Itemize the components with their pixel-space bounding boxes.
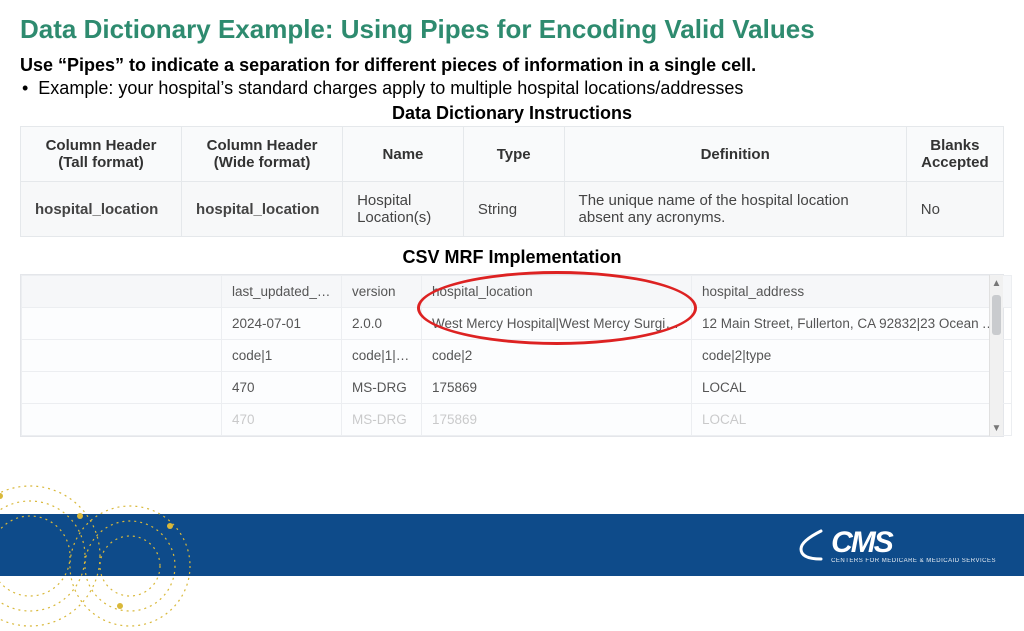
dict-th-name: Name xyxy=(343,127,464,182)
csv-cell: 12 Main Street, Fullerton, CA 92832|23 O… xyxy=(692,308,1012,340)
csv-cell: 470 xyxy=(222,372,342,404)
csv-cell: code|1|type xyxy=(342,340,422,372)
dict-cell-tall: hospital_location xyxy=(21,182,182,237)
scrollbar-thumb[interactable] xyxy=(992,295,1001,335)
section-label-dict: Data Dictionary Instructions xyxy=(20,103,1004,124)
csv-cell xyxy=(22,340,222,372)
csv-cell: 2024-07-01 xyxy=(222,308,342,340)
section-label-csv: CSV MRF Implementation xyxy=(20,247,1004,268)
page-title: Data Dictionary Example: Using Pipes for… xyxy=(20,14,1004,45)
csv-cell: code|1 xyxy=(222,340,342,372)
example-bullet: • Example: your hospital’s standard char… xyxy=(20,78,1004,99)
csv-th-last-updated: last_updated_on xyxy=(222,276,342,308)
dict-th-definition: Definition xyxy=(564,127,906,182)
scroll-up-icon[interactable]: ▲ xyxy=(990,275,1003,291)
csv-table: last_updated_on version hospital_locatio… xyxy=(21,275,1012,436)
scroll-down-icon[interactable]: ▼ xyxy=(990,420,1003,436)
cms-logo-sub: CENTERS FOR MEDICARE & MEDICAID SERVICES xyxy=(831,558,996,564)
csv-cell: 2.0.0 xyxy=(342,308,422,340)
csv-cell: West Mercy Hospital|West Mercy Surgical … xyxy=(422,308,692,340)
dict-table-wrap: Column Header (Tall format) Column Heade… xyxy=(20,126,1004,237)
dict-cell-blanks: No xyxy=(906,182,1003,237)
csv-cell: 470 xyxy=(222,404,342,436)
dict-cell-type: String xyxy=(463,182,564,237)
csv-th-version: version xyxy=(342,276,422,308)
dict-row: hospital_location hospital_location Hosp… xyxy=(21,182,1004,237)
csv-header-row: last_updated_on version hospital_locatio… xyxy=(22,276,1012,308)
cms-logo-text: CMS xyxy=(831,526,892,559)
csv-cell xyxy=(22,404,222,436)
dict-header-row: Column Header (Tall format) Column Heade… xyxy=(21,127,1004,182)
cms-logo: CMS CENTERS FOR MEDICARE & MEDICAID SERV… xyxy=(799,526,996,564)
dict-cell-name: Hospital Location(s) xyxy=(343,182,464,237)
dict-table: Column Header (Tall format) Column Heade… xyxy=(20,126,1004,237)
csv-th-hospital-location: hospital_location xyxy=(422,276,692,308)
dict-th-tall: Column Header (Tall format) xyxy=(21,127,182,182)
scrollbar[interactable]: ▲ ▼ xyxy=(989,275,1003,436)
csv-cell: 175869 xyxy=(422,404,692,436)
csv-cell xyxy=(22,372,222,404)
dict-cell-wide: hospital_location xyxy=(182,182,343,237)
csv-cell: LOCAL xyxy=(692,372,1012,404)
cms-swoosh-icon xyxy=(799,527,825,563)
table-row: 470 MS-DRG 175869 LOCAL xyxy=(22,372,1012,404)
table-row: 2024-07-01 2.0.0 West Mercy Hospital|Wes… xyxy=(22,308,1012,340)
csv-cell: code|2|type xyxy=(692,340,1012,372)
table-row: code|1 code|1|type code|2 code|2|type xyxy=(22,340,1012,372)
table-row: 470 MS-DRG 175869 LOCAL xyxy=(22,404,1012,436)
csv-th-hospital-address: hospital_address xyxy=(692,276,1012,308)
csv-th-blank xyxy=(22,276,222,308)
csv-cell: MS-DRG xyxy=(342,372,422,404)
csv-cell: code|2 xyxy=(422,340,692,372)
csv-cell: LOCAL xyxy=(692,404,1012,436)
csv-cell xyxy=(22,308,222,340)
csv-cell: MS-DRG xyxy=(342,404,422,436)
footer-bar: CMS CENTERS FOR MEDICARE & MEDICAID SERV… xyxy=(0,514,1024,576)
decor-circles-icon xyxy=(0,466,270,606)
csv-panel: last_updated_on version hospital_locatio… xyxy=(20,274,1004,437)
dict-th-type: Type xyxy=(463,127,564,182)
subtitle-bold: Use “Pipes” to indicate a separation for… xyxy=(20,55,1004,76)
csv-cell: 175869 xyxy=(422,372,692,404)
dict-th-blanks: Blanks Accepted xyxy=(906,127,1003,182)
dict-th-wide: Column Header (Wide format) xyxy=(182,127,343,182)
dict-cell-definition: The unique name of the hospital location… xyxy=(564,182,906,237)
